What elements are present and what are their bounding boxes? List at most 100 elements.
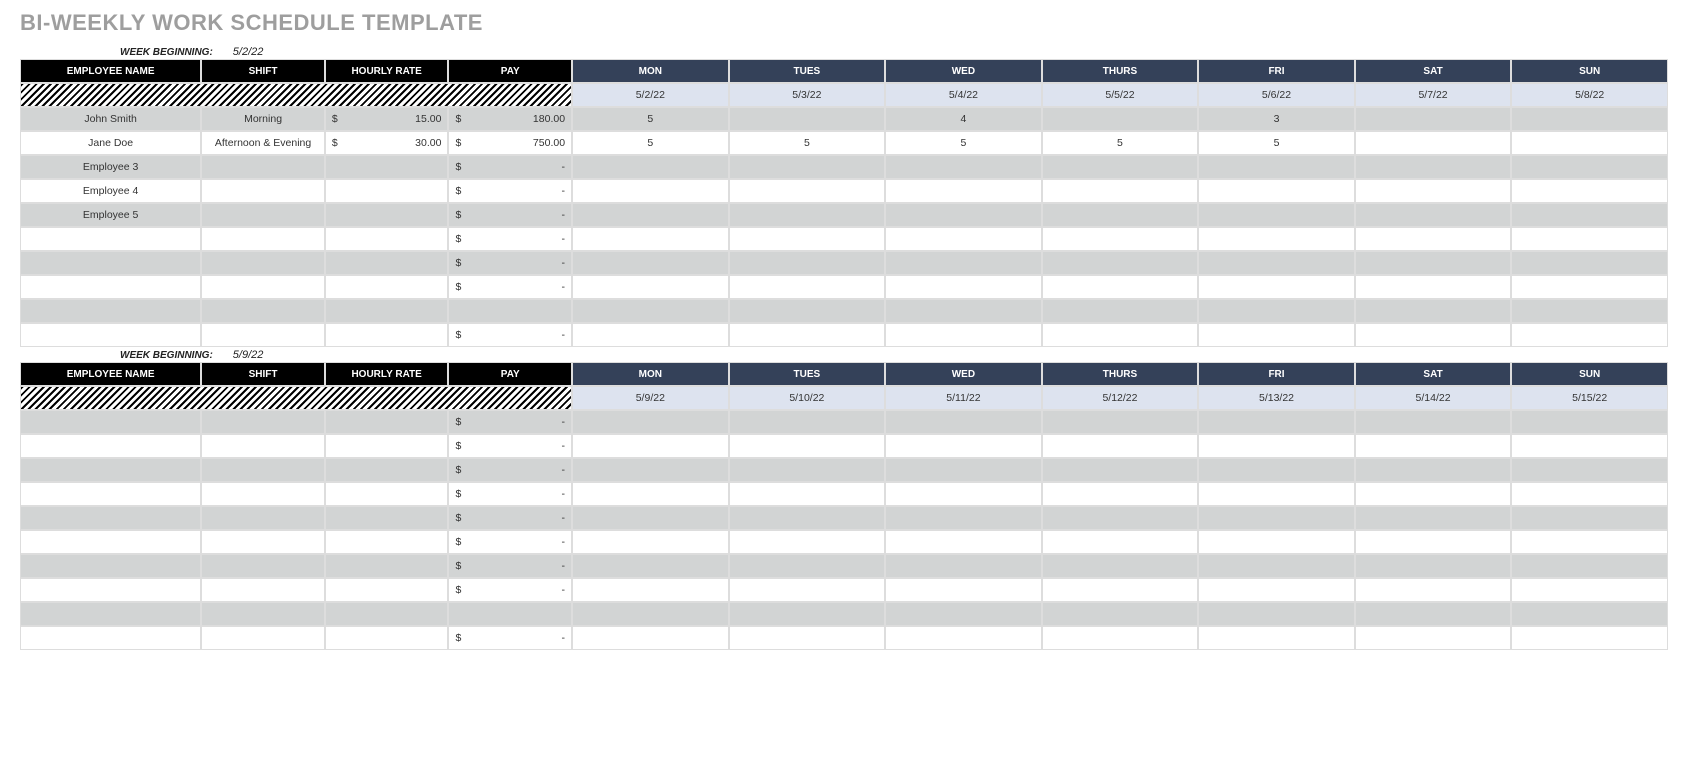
hours-cell[interactable] [1355,107,1512,131]
hourly-rate-cell[interactable] [325,482,449,506]
hourly-rate-cell[interactable] [325,275,449,299]
hours-cell[interactable] [885,554,1042,578]
hours-cell[interactable] [885,299,1042,323]
hourly-rate-cell[interactable] [325,578,449,602]
shift-cell[interactable]: Morning [201,107,325,131]
hours-cell[interactable] [1511,410,1668,434]
hours-cell[interactable] [1511,323,1668,347]
hours-cell[interactable] [572,458,729,482]
hours-cell[interactable] [1198,482,1355,506]
week-beginning-date[interactable]: 5/9/22 [233,349,264,361]
hours-cell[interactable] [1198,410,1355,434]
hours-cell[interactable] [1511,179,1668,203]
hours-cell[interactable] [1355,626,1512,650]
shift-cell[interactable] [201,434,325,458]
hours-cell[interactable] [1042,482,1199,506]
hours-cell[interactable] [1198,602,1355,626]
hours-cell[interactable] [1042,275,1199,299]
hours-cell[interactable] [1355,602,1512,626]
hours-cell[interactable]: 4 [885,107,1042,131]
hours-cell[interactable] [729,275,886,299]
hours-cell[interactable] [1355,410,1512,434]
hours-cell[interactable] [1511,227,1668,251]
hours-cell[interactable] [1198,626,1355,650]
hours-cell[interactable] [1355,275,1512,299]
shift-cell[interactable] [201,626,325,650]
pay-cell[interactable] [448,602,572,626]
hours-cell[interactable] [1355,554,1512,578]
hours-cell[interactable] [1355,251,1512,275]
hours-cell[interactable] [729,434,886,458]
hours-cell[interactable] [572,434,729,458]
hours-cell[interactable] [1042,626,1199,650]
hours-cell[interactable]: 5 [885,131,1042,155]
pay-cell[interactable]: $- [448,203,572,227]
hours-cell[interactable] [572,410,729,434]
hours-cell[interactable] [1355,179,1512,203]
hourly-rate-cell[interactable] [325,323,449,347]
employee-name-cell[interactable] [20,299,201,323]
hours-cell[interactable] [572,203,729,227]
hours-cell[interactable] [1511,299,1668,323]
hours-cell[interactable] [1042,227,1199,251]
hourly-rate-cell[interactable] [325,458,449,482]
hours-cell[interactable] [1355,458,1512,482]
shift-cell[interactable] [201,227,325,251]
hours-cell[interactable] [885,203,1042,227]
pay-cell[interactable]: $- [448,323,572,347]
hours-cell[interactable] [885,227,1042,251]
hours-cell[interactable] [1198,275,1355,299]
hours-cell[interactable] [572,530,729,554]
hours-cell[interactable] [1042,299,1199,323]
hours-cell[interactable] [1355,299,1512,323]
pay-cell[interactable]: $- [448,578,572,602]
hours-cell[interactable] [572,602,729,626]
hours-cell[interactable] [729,299,886,323]
hours-cell[interactable] [572,155,729,179]
hours-cell[interactable] [1042,107,1199,131]
hours-cell[interactable] [729,203,886,227]
employee-name-cell[interactable] [20,530,201,554]
hours-cell[interactable] [1198,530,1355,554]
hours-cell[interactable] [572,506,729,530]
hours-cell[interactable] [729,251,886,275]
hours-cell[interactable] [1355,131,1512,155]
employee-name-cell[interactable] [20,323,201,347]
employee-name-cell[interactable]: Employee 5 [20,203,201,227]
shift-cell[interactable] [201,458,325,482]
hours-cell[interactable] [729,530,886,554]
hours-cell[interactable] [1198,554,1355,578]
hours-cell[interactable] [1042,323,1199,347]
hours-cell[interactable] [1042,554,1199,578]
shift-cell[interactable] [201,323,325,347]
hours-cell[interactable] [1355,434,1512,458]
hours-cell[interactable] [885,602,1042,626]
hours-cell[interactable] [1042,410,1199,434]
shift-cell[interactable] [201,602,325,626]
pay-cell[interactable]: $- [448,482,572,506]
hours-cell[interactable] [1198,155,1355,179]
hours-cell[interactable] [1511,131,1668,155]
hourly-rate-cell[interactable] [325,602,449,626]
hours-cell[interactable] [885,506,1042,530]
shift-cell[interactable] [201,155,325,179]
hours-cell[interactable] [1511,578,1668,602]
hours-cell[interactable] [885,251,1042,275]
hours-cell[interactable] [1511,506,1668,530]
hours-cell[interactable] [1198,434,1355,458]
hours-cell[interactable] [572,323,729,347]
employee-name-cell[interactable] [20,434,201,458]
hours-cell[interactable] [1198,458,1355,482]
hourly-rate-cell[interactable] [325,626,449,650]
shift-cell[interactable] [201,578,325,602]
hours-cell[interactable] [1198,251,1355,275]
shift-cell[interactable] [201,554,325,578]
hours-cell[interactable] [572,299,729,323]
pay-cell[interactable]: $- [448,275,572,299]
hourly-rate-cell[interactable] [325,506,449,530]
hours-cell[interactable] [885,179,1042,203]
hours-cell[interactable] [885,155,1042,179]
hours-cell[interactable] [729,554,886,578]
hours-cell[interactable]: 3 [1198,107,1355,131]
shift-cell[interactable] [201,203,325,227]
